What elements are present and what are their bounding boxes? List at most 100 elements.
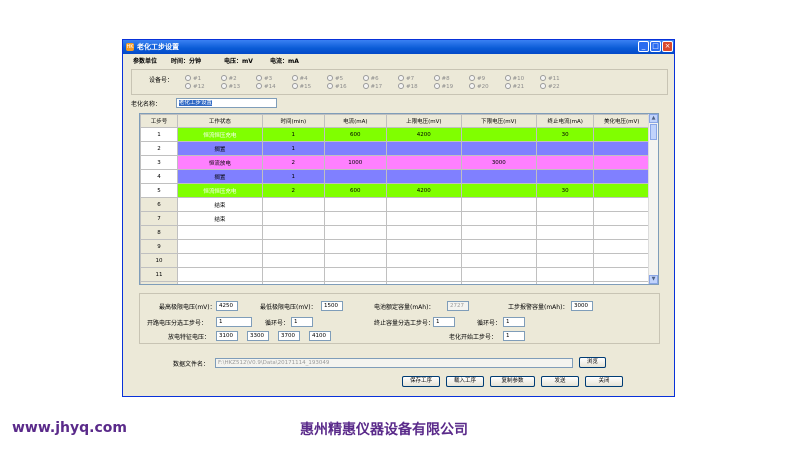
table-cell[interactable] bbox=[385, 225, 462, 240]
table-cell[interactable] bbox=[460, 267, 537, 282]
device-radio-1[interactable]: #1 bbox=[185, 75, 201, 83]
device-radio-6[interactable]: #6 bbox=[362, 75, 379, 83]
step-number-cell[interactable]: 5 bbox=[140, 183, 178, 198]
table-cell[interactable] bbox=[460, 127, 537, 142]
table-cell[interactable] bbox=[176, 239, 263, 254]
table-row[interactable]: 2 搁置 1 bbox=[140, 141, 650, 156]
table-cell[interactable] bbox=[176, 281, 263, 284]
device-radio-18[interactable]: #18 bbox=[398, 83, 418, 91]
table-cell[interactable]: 600 bbox=[323, 127, 387, 142]
table-cell[interactable] bbox=[460, 169, 537, 184]
table-cell[interactable] bbox=[535, 281, 595, 284]
table-cell[interactable]: 4200 bbox=[385, 183, 462, 198]
step-number-cell[interactable]: 10 bbox=[140, 253, 178, 268]
table-cell[interactable] bbox=[323, 267, 387, 282]
table-cell[interactable] bbox=[385, 155, 462, 170]
table-cell[interactable]: 恒流恒压充电 bbox=[176, 183, 263, 198]
table-row[interactable]: 8 bbox=[140, 225, 650, 240]
device-radio-20[interactable]: #20 bbox=[469, 83, 489, 91]
table-cell[interactable]: 1 bbox=[261, 141, 325, 156]
device-radio-4[interactable]: #4 bbox=[291, 75, 308, 83]
table-cell[interactable] bbox=[593, 127, 650, 142]
maximize-button[interactable]: □ bbox=[650, 41, 661, 52]
device-radio-13[interactable]: #13 bbox=[220, 83, 240, 91]
table-cell[interactable] bbox=[261, 225, 325, 240]
device-radio-3[interactable]: #3 bbox=[256, 75, 272, 83]
table-cell[interactable] bbox=[593, 239, 650, 254]
table-cell[interactable] bbox=[385, 211, 462, 226]
table-cell[interactable] bbox=[385, 169, 462, 184]
table-cell[interactable] bbox=[460, 197, 537, 212]
table-cell[interactable] bbox=[385, 253, 462, 268]
table-cell[interactable] bbox=[535, 155, 595, 170]
table-cell[interactable] bbox=[593, 155, 650, 170]
table-cell[interactable] bbox=[593, 183, 650, 198]
device-radio-22[interactable]: #22 bbox=[540, 83, 560, 91]
table-row[interactable]: 5 恒流恒压充电 2 600 4200 30 bbox=[140, 183, 650, 198]
table-cell[interactable]: 结束 bbox=[176, 211, 263, 226]
device-radio-11[interactable]: #11 bbox=[540, 75, 560, 83]
table-row[interactable]: 12 bbox=[140, 281, 650, 284]
table-cell[interactable] bbox=[323, 225, 387, 240]
table-cell[interactable]: 30 bbox=[535, 183, 595, 198]
table-cell[interactable] bbox=[323, 211, 387, 226]
discharge-voltage-input-1[interactable]: 3100 bbox=[216, 331, 238, 341]
table-cell[interactable] bbox=[460, 239, 537, 254]
table-cell[interactable] bbox=[593, 197, 650, 212]
step-number-cell[interactable]: 3 bbox=[140, 155, 178, 170]
table-cell[interactable] bbox=[261, 253, 325, 268]
device-radio-5[interactable]: #5 bbox=[327, 75, 343, 83]
table-cell[interactable] bbox=[460, 253, 537, 268]
table-cell[interactable] bbox=[535, 253, 595, 268]
table-cell[interactable]: 搁置 bbox=[176, 141, 263, 156]
table-cell[interactable] bbox=[323, 169, 387, 184]
table-row[interactable]: 10 bbox=[140, 253, 650, 268]
close-window-button[interactable]: × bbox=[662, 41, 673, 52]
table-cell[interactable] bbox=[261, 239, 325, 254]
device-radio-12[interactable]: #12 bbox=[185, 83, 205, 91]
table-cell[interactable] bbox=[323, 197, 387, 212]
table-cell[interactable] bbox=[593, 225, 650, 240]
table-row[interactable]: 4 搁置 1 bbox=[140, 169, 650, 184]
table-cell[interactable] bbox=[176, 225, 263, 240]
device-radio-19[interactable]: #19 bbox=[433, 83, 453, 91]
table-cell[interactable] bbox=[323, 239, 387, 254]
table-cell[interactable] bbox=[593, 253, 650, 268]
table-cell[interactable] bbox=[261, 267, 325, 282]
table-row[interactable]: 3 恒流放电 2 1000 3000 bbox=[140, 155, 650, 170]
end-capacity-step-input[interactable]: 1 bbox=[433, 317, 455, 327]
device-radio-14[interactable]: #14 bbox=[256, 83, 276, 91]
table-cell[interactable]: 1 bbox=[261, 169, 325, 184]
table-row[interactable]: 9 bbox=[140, 239, 650, 254]
table-row[interactable]: 11 bbox=[140, 267, 650, 282]
table-cell[interactable]: 结束 bbox=[176, 197, 263, 212]
table-cell[interactable] bbox=[460, 211, 537, 226]
table-row[interactable]: 7 结束 bbox=[140, 211, 650, 226]
browse-button[interactable]: 浏览 bbox=[579, 357, 606, 368]
close-button[interactable]: 关闭 bbox=[585, 376, 623, 387]
copy-params-button[interactable]: 复制参数 bbox=[490, 376, 535, 387]
device-radio-7[interactable]: #7 bbox=[398, 75, 414, 83]
step-number-cell[interactable]: 6 bbox=[140, 197, 178, 212]
table-cell[interactable] bbox=[323, 281, 387, 284]
loop-no-input-2[interactable]: 1 bbox=[503, 317, 525, 327]
table-cell[interactable] bbox=[535, 169, 595, 184]
table-row[interactable]: 1 恒流恒压充电 1 600 4200 30 bbox=[140, 127, 650, 142]
table-cell[interactable] bbox=[460, 225, 537, 240]
table-cell[interactable]: 1 bbox=[261, 127, 325, 142]
table-cell[interactable] bbox=[385, 197, 462, 212]
rated-capacity-input[interactable]: 2727 bbox=[447, 301, 469, 311]
save-steps-button[interactable]: 保存工序 bbox=[402, 376, 440, 387]
device-radio-9[interactable]: #9 bbox=[469, 75, 485, 83]
table-cell[interactable]: 2 bbox=[261, 183, 325, 198]
step-number-cell[interactable]: 8 bbox=[140, 225, 178, 240]
table-cell[interactable]: 4200 bbox=[385, 127, 462, 142]
table-cell[interactable] bbox=[385, 281, 462, 284]
table-cell[interactable] bbox=[261, 197, 325, 212]
table-cell[interactable] bbox=[176, 267, 263, 282]
min-limit-voltage-input[interactable]: 1500 bbox=[321, 301, 343, 311]
table-cell[interactable]: 恒流放电 bbox=[176, 155, 263, 170]
scroll-up-button[interactable]: ▲ bbox=[649, 114, 658, 123]
datafile-input[interactable]: F:\HKZ512\V0.9\Data\20171114_193049 bbox=[215, 358, 573, 368]
step-number-cell[interactable]: 1 bbox=[140, 127, 178, 142]
